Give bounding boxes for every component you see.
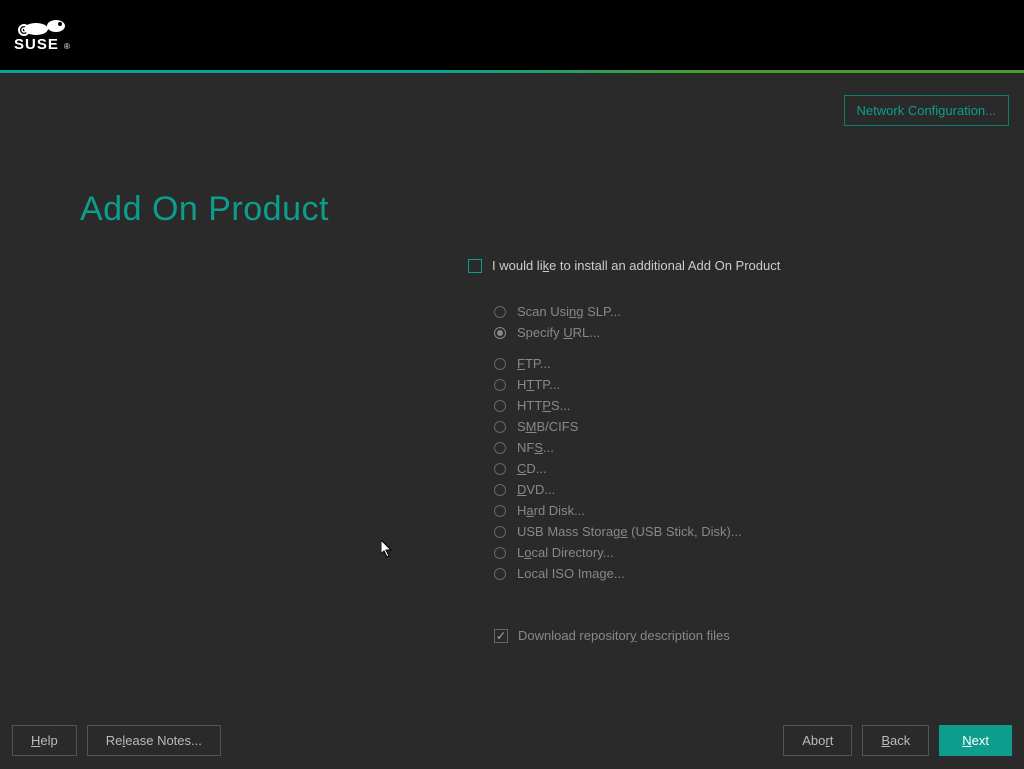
release-notes-button[interactable]: Release Notes...	[87, 725, 221, 756]
radio-localdir[interactable]	[494, 547, 506, 559]
abort-button[interactable]: Abort	[783, 725, 852, 756]
page-title: Add On Product	[80, 190, 329, 229]
svg-text:®: ®	[64, 42, 70, 51]
radio-row-url: Specify URL...	[494, 324, 948, 341]
radio-harddisk[interactable]	[494, 505, 506, 517]
radio-row-smb: SMB/CIFS	[494, 418, 948, 435]
radio-label-https: HTTPS...	[517, 398, 570, 413]
radio-label-ftp: FTP...	[517, 356, 551, 371]
addon-checkbox[interactable]	[468, 259, 482, 273]
radio-row-ftp: FTP...	[494, 355, 948, 372]
radio-group-gap	[494, 345, 948, 355]
addon-checkbox-row: I would like to install an additional Ad…	[468, 258, 948, 273]
svg-text:SUSE: SUSE	[14, 36, 59, 53]
radio-https[interactable]	[494, 400, 506, 412]
radio-row-https: HTTPS...	[494, 397, 948, 414]
radio-cd[interactable]	[494, 463, 506, 475]
footer: Help Release Notes... Abort Back Next	[0, 711, 1024, 769]
source-radio-group: Scan Using SLP... Specify URL... FTP... HTT…	[494, 303, 948, 582]
suse-logo: SUSE ®	[14, 15, 86, 55]
radio-label-harddisk: Hard Disk...	[517, 503, 585, 518]
radio-label-url: Specify URL...	[517, 325, 600, 340]
radio-usb[interactable]	[494, 526, 506, 538]
help-button[interactable]: Help	[12, 725, 77, 756]
radio-http[interactable]	[494, 379, 506, 391]
radio-slp[interactable]	[494, 306, 506, 318]
radio-label-cd: CD...	[517, 461, 547, 476]
radio-row-slp: Scan Using SLP...	[494, 303, 948, 320]
radio-label-localiso: Local ISO Image...	[517, 566, 625, 581]
header: SUSE ®	[0, 0, 1024, 70]
radio-row-cd: CD...	[494, 460, 948, 477]
radio-label-nfs: NFS...	[517, 440, 554, 455]
radio-row-dvd: DVD...	[494, 481, 948, 498]
radio-label-slp: Scan Using SLP...	[517, 304, 621, 319]
radio-ftp[interactable]	[494, 358, 506, 370]
download-checkbox[interactable]	[494, 629, 508, 643]
radio-row-localiso: Local ISO Image...	[494, 565, 948, 582]
network-configuration-button[interactable]: Network Configuration...	[844, 95, 1009, 126]
addon-checkbox-label: I would like to install an additional Ad…	[492, 258, 780, 273]
radio-smb[interactable]	[494, 421, 506, 433]
download-checkbox-row: Download repository description files	[494, 628, 948, 643]
radio-dvd[interactable]	[494, 484, 506, 496]
radio-row-localdir: Local Directory...	[494, 544, 948, 561]
radio-row-nfs: NFS...	[494, 439, 948, 456]
radio-url[interactable]	[494, 327, 506, 339]
content-area: I would like to install an additional Ad…	[468, 258, 948, 643]
download-checkbox-label: Download repository description files	[518, 628, 730, 643]
radio-label-smb: SMB/CIFS	[517, 419, 578, 434]
radio-row-harddisk: Hard Disk...	[494, 502, 948, 519]
radio-label-dvd: DVD...	[517, 482, 555, 497]
radio-row-usb: USB Mass Storage (USB Stick, Disk)...	[494, 523, 948, 540]
mouse-cursor-icon	[381, 540, 395, 560]
back-button[interactable]: Back	[862, 725, 929, 756]
radio-label-http: HTTP...	[517, 377, 560, 392]
radio-label-usb: USB Mass Storage (USB Stick, Disk)...	[517, 524, 742, 539]
header-underline	[0, 70, 1024, 73]
radio-localiso[interactable]	[494, 568, 506, 580]
chameleon-icon: SUSE ®	[14, 15, 86, 55]
radio-label-localdir: Local Directory...	[517, 545, 614, 560]
radio-nfs[interactable]	[494, 442, 506, 454]
next-button[interactable]: Next	[939, 725, 1012, 756]
radio-row-http: HTTP...	[494, 376, 948, 393]
